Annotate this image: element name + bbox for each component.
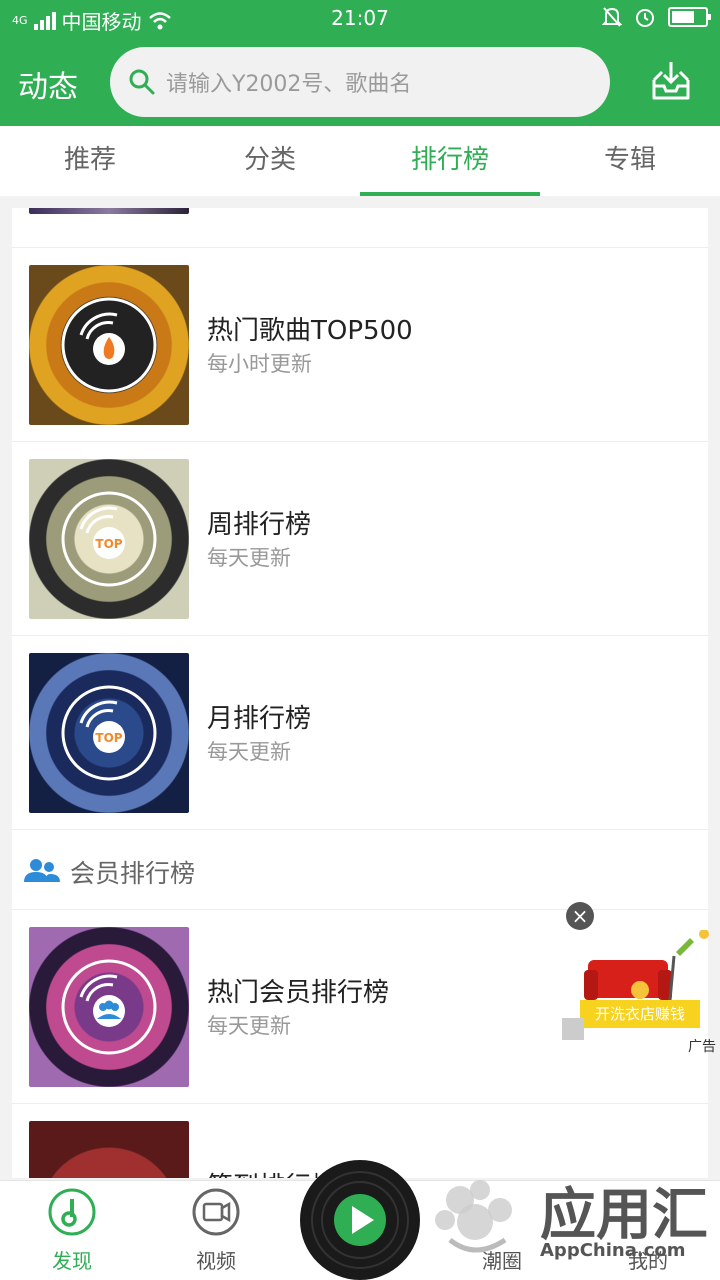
search-input[interactable]: 请输入Y2002号、歌曲名	[110, 47, 610, 117]
top-bar: 4G 中国移动 21:07 动态 请输入Y2002号、歌曲名	[0, 0, 720, 126]
section-title: 会员排行榜	[70, 859, 196, 888]
play-icon	[302, 1162, 418, 1278]
disc-icon	[61, 297, 157, 393]
download-icon[interactable]	[648, 58, 694, 104]
list-item[interactable]: 热门歌曲TOP500 每小时更新	[12, 248, 708, 442]
play-button[interactable]	[300, 1160, 420, 1280]
page-title[interactable]: 动态	[18, 62, 78, 106]
ad-close-button[interactable]: ×	[566, 902, 594, 930]
cover-image	[29, 927, 189, 1087]
members-icon	[24, 859, 60, 882]
ad-banner[interactable]: 开洗衣店赚钱	[580, 930, 710, 1035]
section-header: 会员排行榜	[12, 830, 708, 910]
chart-update-info: 每天更新	[207, 740, 291, 764]
ad-text: 开洗衣店赚钱	[595, 1005, 685, 1023]
silent-icon	[602, 7, 622, 27]
disc-icon: TOP	[61, 685, 157, 781]
search-icon	[129, 69, 155, 95]
status-right	[602, 6, 711, 28]
top-badge: TOP	[95, 537, 122, 551]
nav-discover[interactable]: 发现	[22, 1187, 122, 1274]
chart-name: 热门歌曲TOP500	[207, 316, 413, 346]
disc-icon: TOP	[61, 491, 157, 587]
nav-video[interactable]: 视频	[166, 1187, 266, 1274]
watermark-title: 应用汇	[540, 1183, 708, 1248]
tab-charts[interactable]: 排行榜	[360, 126, 540, 196]
chart-update-info: 每天更新	[207, 1014, 291, 1038]
cover-image	[29, 208, 189, 214]
disc-icon	[61, 959, 157, 1055]
ad-label: 广告	[688, 1039, 716, 1055]
cover-image: TOP	[29, 459, 189, 619]
list-item[interactable]: TOP 周排行榜 每天更新	[12, 442, 708, 636]
battery-icon	[668, 7, 711, 27]
chart-name: 热门会员排行榜	[207, 978, 390, 1008]
chart-name: 周排行榜	[207, 510, 312, 540]
search-placeholder: 请输入Y2002号、歌曲名	[166, 72, 412, 97]
alarm-icon	[636, 9, 654, 27]
status-bar: 4G 中国移动 21:07	[0, 0, 720, 38]
chart-name: 月排行榜	[207, 704, 312, 734]
header: 动态 请输入Y2002号、歌曲名	[0, 38, 720, 126]
list-item[interactable]: TOP 月排行榜 每天更新	[12, 636, 708, 830]
cover-image	[29, 1121, 189, 1178]
video-icon	[192, 1188, 240, 1236]
watermark-subtitle: AppChina.com	[540, 1240, 686, 1261]
nav-label: 视频	[196, 1249, 236, 1273]
chart-update-info: 每小时更新	[207, 352, 312, 376]
top-badge: TOP	[95, 731, 122, 745]
tab-album[interactable]: 专辑	[540, 126, 720, 196]
cover-image: TOP	[29, 653, 189, 813]
category-tabs: 推荐 分类 排行榜 专辑	[0, 126, 720, 196]
tab-category[interactable]: 分类	[180, 126, 360, 196]
list-item[interactable]	[12, 208, 708, 248]
nav-label: 发现	[52, 1249, 92, 1273]
cover-image	[29, 265, 189, 425]
chart-update-info: 每天更新	[207, 546, 291, 570]
discover-icon	[48, 1188, 96, 1236]
ad-source-icon	[562, 1018, 584, 1040]
tab-recommend[interactable]: 推荐	[0, 126, 180, 196]
